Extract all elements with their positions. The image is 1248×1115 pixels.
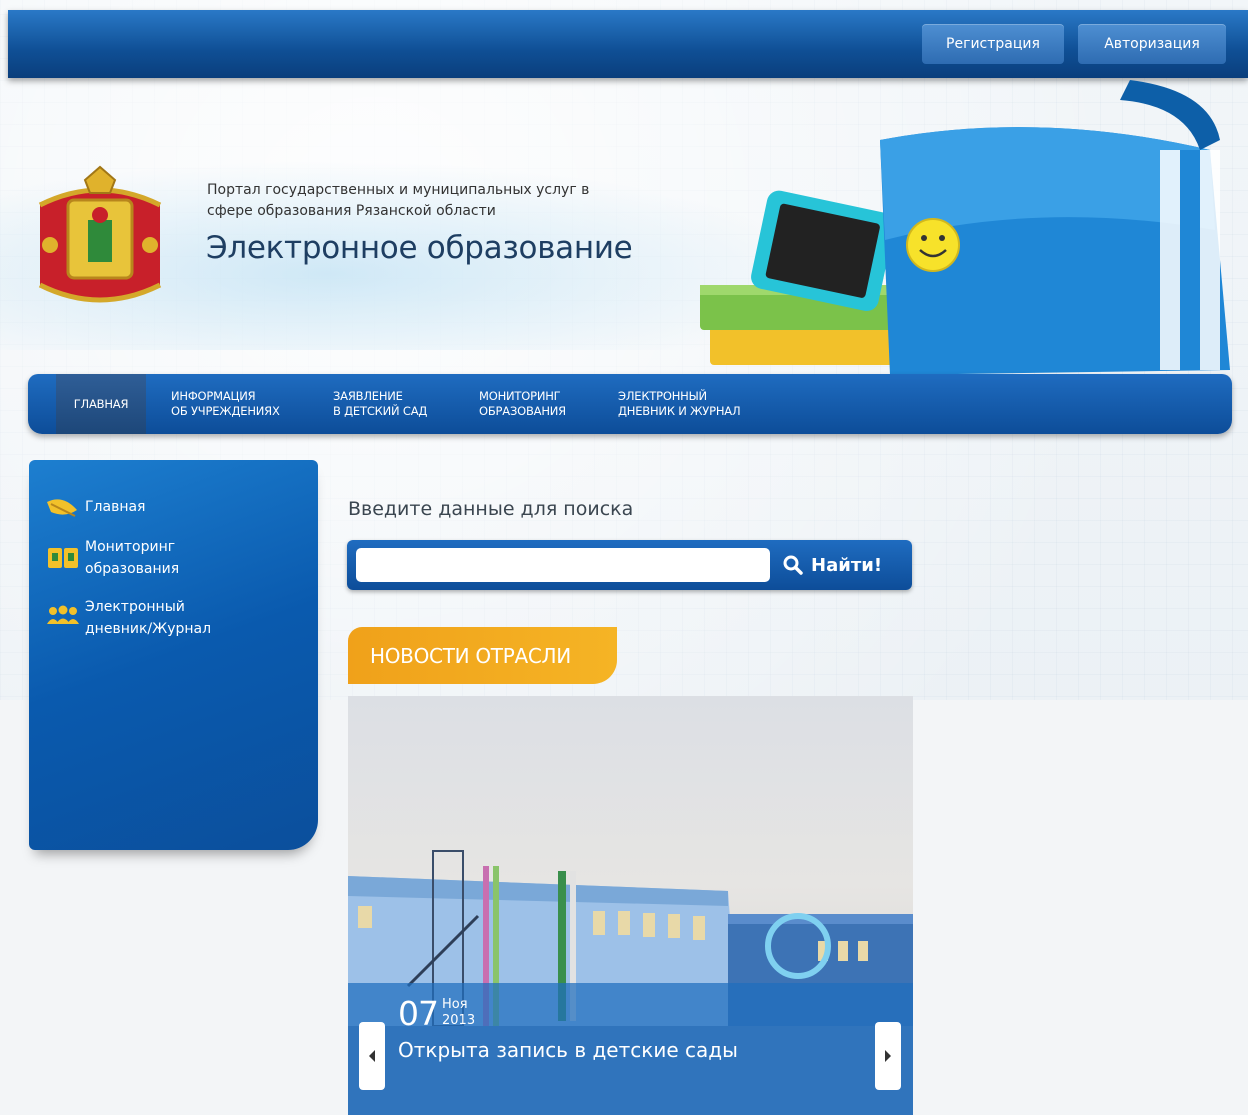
nav-item-label: дневник и журнал [618,404,741,418]
news-tab[interactable]: Новости отрасли [348,627,617,684]
nav-item-kindergarten-application[interactable]: Заявление в детский сад [333,374,463,434]
main-navigation: Главная Информация об учреждениях Заявле… [28,374,1232,434]
nav-item-institutions[interactable]: Информация об учреждениях [171,374,321,434]
slide-date-year: 2013 [442,1013,476,1028]
slider-prev-button[interactable] [359,1022,385,1090]
nav-item-diary-journal[interactable]: Электронный дневник и журнал [618,374,778,434]
chevron-right-icon [885,1050,891,1062]
sidebar-item-label: Главная [85,499,146,515]
nav-item-label: Главная [73,396,129,411]
slider-next-button[interactable] [875,1022,901,1090]
nav-item-label: в детский сад [333,404,428,418]
sidebar-item-label: дневник/Журнал [85,621,212,637]
sidebar-item-label: Мониторинг [85,539,176,555]
slide-title[interactable]: Открыта запись в детские сады [398,1038,738,1062]
sidebar-item-monitoring[interactable]: Мониторинг образования [45,536,179,580]
nav-item-home[interactable]: Главная [56,374,146,434]
search-button-label: Найти! [811,554,883,576]
portal-subtitle: Портал государственных и муниципальных у… [207,180,677,222]
sidebar-item-home[interactable]: Главная [45,496,145,520]
leaf-icon [47,499,77,517]
subtitle-line-2: сфере образования Рязанской области [207,203,496,219]
nav-item-label: образования [479,404,566,418]
nav-item-monitoring[interactable]: Мониторинг образования [479,374,599,434]
search-label: Введите данные для поиска [348,498,634,520]
top-bar: Регистрация Авторизация [8,10,1248,78]
book-icon [48,548,78,568]
school-bag-illustration [700,80,1230,375]
login-button[interactable]: Авторизация [1078,24,1226,64]
sidebar-item-label: образования [85,561,180,577]
slide-date-month: Ноя [442,997,468,1012]
nav-item-label: об учреждениях [171,404,280,418]
subtitle-line-1: Портал государственных и муниципальных у… [207,182,590,198]
search-input[interactable] [356,548,770,582]
people-icon [47,605,79,624]
nav-item-label: Мониторинг [479,389,561,403]
nav-item-label: Электронный [618,389,707,403]
search-button[interactable]: Найти! [783,548,901,582]
search-icon [783,555,803,575]
nav-item-label: Информация [171,389,256,403]
chevron-left-icon [369,1050,375,1062]
portal-title: Электронное образование [206,230,633,266]
sidebar-item-label: Электронный [85,599,185,615]
coat-of-arms-icon [38,165,162,303]
nav-item-label: Заявление [333,389,403,403]
register-button[interactable]: Регистрация [922,24,1064,64]
sidebar-item-diary[interactable]: Электронный дневник/Журнал [45,596,211,640]
slide-date-day: 07 [398,994,439,1033]
